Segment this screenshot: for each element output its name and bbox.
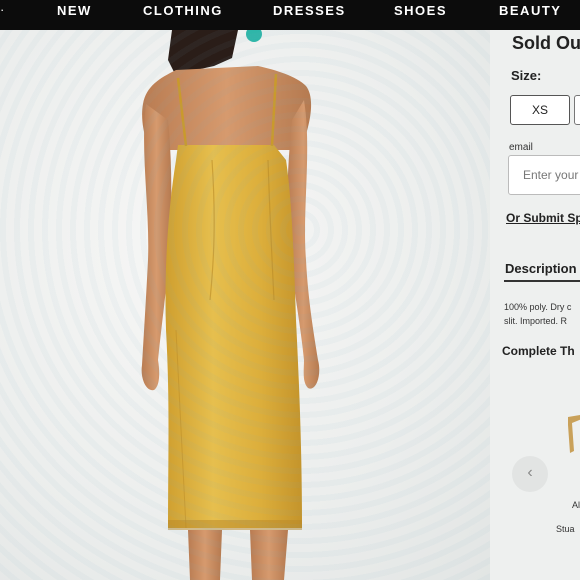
description-tab-underline [504,280,580,282]
nav-item-beauty[interactable]: BEAUTY [499,3,561,18]
email-input[interactable]: Enter your [508,155,580,195]
nav-item-new[interactable]: NEW [57,3,92,18]
shoe-product-image[interactable] [564,415,580,455]
nav-item-dresses[interactable]: DRESSES [273,3,346,18]
nav-lead-mark: · [0,2,5,17]
description-line: slit. Imported. R [504,316,568,326]
email-label: email [509,142,533,153]
carousel-item-brand: Stua [556,524,575,534]
product-photo [0,30,490,580]
sold-out-heading: Sold Ou [512,33,580,53]
chevron-left-icon: ‹ [527,464,533,481]
product-details-panel: Sold Ou Size: XS email Enter your Or Sub… [490,30,580,580]
nav-item-clothing[interactable]: CLOTHING [143,3,223,18]
size-option-xs[interactable]: XS [510,95,570,125]
size-option-next[interactable] [574,95,580,125]
carousel-prev-button[interactable]: ‹ [512,456,548,492]
nav-item-shoes[interactable]: SHOES [394,3,447,18]
submit-link[interactable]: Or Submit Sp [506,211,580,225]
carousel-item-title: Al [572,500,580,510]
description-text: 100% poly. Dry c slit. Imported. R [504,300,571,328]
top-nav: · NEW CLOTHING DRESSES SHOES BEAUTY [0,0,580,30]
size-label: Size: [511,68,542,83]
description-line: 100% poly. Dry c [504,302,572,312]
complete-the-look-heading: Complete Th [502,344,575,358]
description-tab[interactable]: Description [505,261,577,276]
